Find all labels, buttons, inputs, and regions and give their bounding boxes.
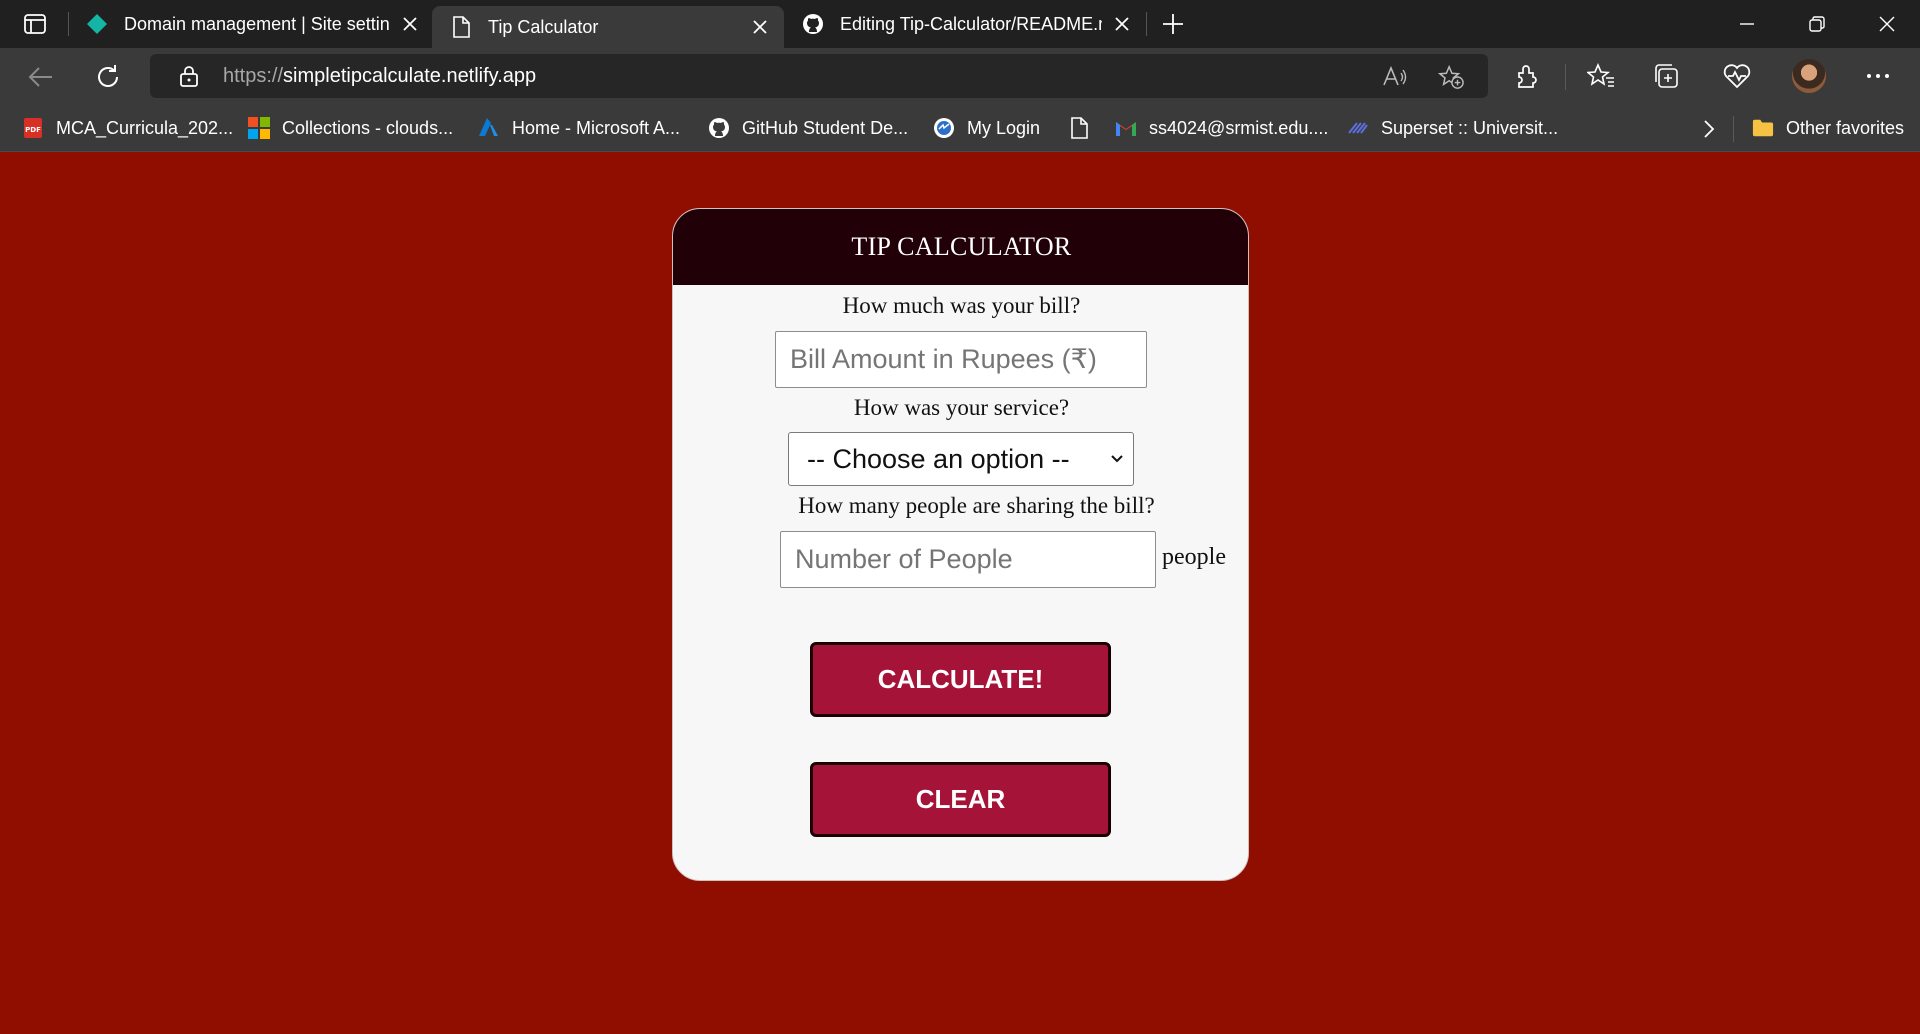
tab-separator — [68, 12, 69, 36]
bookmark-my-login[interactable]: My Login — [933, 115, 1040, 141]
chevron-down-icon — [1111, 455, 1123, 463]
bookmark-label: Superset :: Universit... — [1381, 117, 1559, 138]
bill-amount-input[interactable]: Bill Amount in Rupees (₹) — [775, 331, 1147, 388]
tab-title: Editing Tip-Calculator/README.m — [840, 13, 1102, 34]
back-arrow-icon[interactable] — [24, 60, 58, 94]
gmail-icon — [1115, 117, 1137, 139]
bookmark-mca-curricula[interactable]: PDF MCA_Curricula_202... — [22, 115, 233, 141]
new-tab-icon[interactable] — [1158, 10, 1188, 38]
service-select[interactable]: -- Choose an option -- — [788, 432, 1134, 486]
service-select-value: -- Choose an option -- — [807, 443, 1070, 474]
bookmark-label: Home - Microsoft A... — [512, 117, 681, 138]
pdf-icon: PDF — [22, 117, 44, 139]
favorites-icon[interactable] — [1585, 60, 1617, 92]
github-icon — [802, 13, 824, 35]
folder-icon — [1752, 117, 1774, 139]
bookmark-label: ss4024@srmist.edu.... — [1149, 117, 1329, 138]
page-icon — [450, 16, 472, 38]
favorites-bar: PDF MCA_Curricula_202... Collections - c… — [0, 104, 1920, 152]
address-bar[interactable]: https://simpletipcalculate.netlify.app — [150, 54, 1488, 98]
github-icon — [708, 117, 730, 139]
close-icon[interactable] — [398, 12, 422, 36]
tab-separator — [1146, 12, 1147, 36]
add-favorite-icon[interactable] — [1438, 64, 1464, 90]
tab-title: Tip Calculator — [488, 16, 599, 37]
service-question: How was your service? — [853, 395, 1070, 420]
tip-calculator-card: TIP CALCULATOR How much was your bill? B… — [672, 208, 1249, 881]
superset-icon — [1347, 117, 1369, 139]
bookmark-home-microsoft[interactable]: Home - Microsoft A... — [478, 115, 680, 141]
bookmark-label: GitHub Student De... — [742, 117, 909, 138]
url-host: simpletipcalculate.netlify.app — [283, 65, 537, 87]
read-aloud-icon[interactable] — [1382, 64, 1408, 90]
number-of-people-input[interactable]: Number of People — [780, 531, 1156, 588]
restore-icon[interactable] — [1782, 0, 1852, 48]
other-favorites[interactable]: Other favorites — [1752, 115, 1904, 141]
azure-icon — [478, 117, 500, 139]
tab-domain-management[interactable]: Domain management | Site settin — [86, 0, 422, 48]
close-window-icon[interactable] — [1852, 0, 1920, 48]
microsoft-icon — [248, 117, 270, 139]
tab-editing-readme[interactable]: Editing Tip-Calculator/README.m — [802, 0, 1134, 48]
page-icon — [1068, 117, 1090, 139]
bookmark-label: MCA_Curricula_202... — [56, 117, 234, 138]
bill-question: How much was your bill? — [842, 293, 1081, 318]
lock-icon[interactable] — [178, 65, 200, 87]
login-icon — [933, 117, 955, 139]
extensions-icon[interactable] — [1512, 60, 1544, 92]
toolbar-separator — [1565, 64, 1566, 90]
page-title: TIP CALCULATOR — [673, 209, 1248, 285]
people-unit-label: people — [1162, 544, 1226, 570]
tab-tip-calculator[interactable]: Tip Calculator — [432, 6, 784, 48]
url-scheme: https:// — [223, 65, 284, 87]
bookmark-label: My Login — [967, 117, 1041, 138]
close-icon[interactable] — [748, 15, 772, 39]
browser-toolbar: https://simpletipcalculate.netlify.app — [0, 48, 1920, 104]
collections-icon[interactable] — [1651, 60, 1683, 92]
bookmark-page[interactable] — [1068, 115, 1102, 141]
clear-button[interactable]: CLEAR — [810, 762, 1111, 837]
bookmarks-separator — [1733, 116, 1734, 142]
bookmark-label: Collections - clouds... — [282, 117, 454, 138]
calculate-button[interactable]: CALCULATE! — [810, 642, 1111, 717]
people-question: How many people are sharing the bill? — [798, 493, 1155, 518]
refresh-icon[interactable] — [91, 60, 125, 94]
profile-avatar[interactable] — [1792, 59, 1826, 93]
other-favorites-label: Other favorites — [1786, 117, 1905, 138]
tab-actions-icon[interactable] — [18, 10, 52, 38]
browser-essentials-icon[interactable] — [1721, 60, 1753, 92]
svg-text:PDF: PDF — [25, 126, 41, 134]
netlify-diamond-icon — [86, 13, 108, 35]
tab-title: Domain management | Site settin — [124, 13, 390, 34]
more-options-icon[interactable] — [1862, 60, 1894, 92]
bookmark-gmail[interactable]: ss4024@srmist.edu.... — [1115, 115, 1328, 141]
bookmark-github-student[interactable]: GitHub Student De... — [708, 115, 908, 141]
bookmark-superset[interactable]: Superset :: Universit... — [1347, 115, 1558, 141]
bookmark-collections[interactable]: Collections - clouds... — [248, 115, 453, 141]
minimize-icon[interactable] — [1712, 0, 1782, 48]
tab-bar: Domain management | Site settin Tip Calc… — [0, 0, 1920, 48]
close-icon[interactable] — [1110, 12, 1134, 36]
chevron-right-icon[interactable] — [1698, 118, 1720, 140]
url-text[interactable]: https://simpletipcalculate.netlify.app — [223, 65, 536, 88]
